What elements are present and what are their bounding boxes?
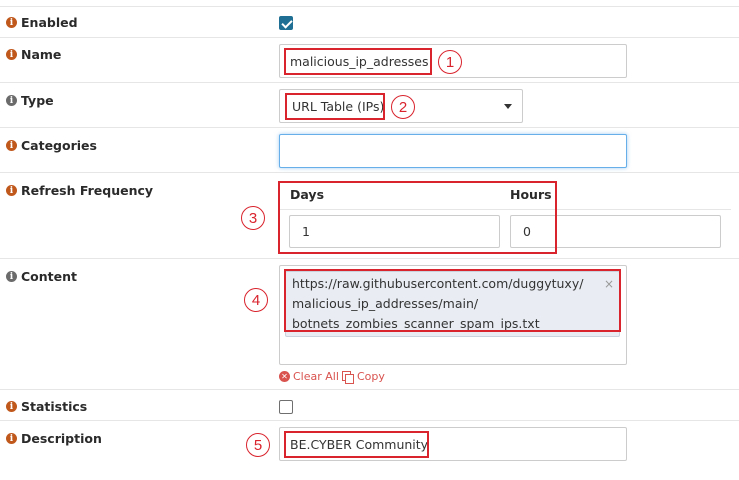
- annotation-marker-3: 3: [241, 206, 265, 230]
- info-icon[interactable]: i: [6, 17, 17, 28]
- info-icon[interactable]: i: [6, 401, 17, 412]
- marker-text: 3: [248, 209, 258, 227]
- marker-text: 1: [445, 53, 455, 71]
- annotation-box-description: [284, 431, 429, 458]
- row-type: i Type URL Table (IPs) 2: [0, 82, 739, 128]
- content-label: Content: [21, 269, 77, 284]
- name-label: Name: [21, 47, 62, 62]
- copy-link[interactable]: Copy: [342, 370, 385, 384]
- marker-text: 4: [251, 291, 261, 309]
- enabled-checkbox[interactable]: [279, 16, 293, 30]
- annotation-marker-1: 1: [438, 50, 462, 74]
- clear-all-link[interactable]: ✕ Clear All: [279, 370, 339, 383]
- copy-label: Copy: [357, 370, 385, 383]
- statistics-label-group: i Statistics: [6, 399, 87, 414]
- annotation-marker-2: 2: [391, 95, 415, 119]
- categories-input[interactable]: [279, 134, 627, 168]
- info-icon[interactable]: i: [6, 49, 17, 60]
- row-content: i Content https://raw.githubusercontent.…: [0, 258, 739, 390]
- copy-icon: [342, 371, 354, 384]
- categories-label: Categories: [21, 138, 97, 153]
- annotation-marker-5: 5: [246, 433, 270, 457]
- type-label-group: i Type: [6, 93, 54, 108]
- clear-icon: ✕: [279, 371, 290, 382]
- row-name: i Name malicious_ip_adresses 1: [0, 37, 739, 83]
- description-label-group: i Description: [6, 431, 102, 446]
- annotation-box-refresh: [278, 181, 557, 254]
- content-label-group: i Content: [6, 269, 77, 284]
- row-description: i Description BE.CYBER Community 5: [0, 420, 739, 466]
- refresh-frequency-label: Refresh Frequency: [21, 183, 154, 198]
- row-statistics: i Statistics: [0, 389, 739, 421]
- statistics-checkbox[interactable]: [279, 400, 293, 414]
- refresh-label-group: i Refresh Frequency: [6, 183, 153, 198]
- clear-all-label: Clear All: [293, 370, 339, 383]
- annotation-box-type: [285, 93, 385, 120]
- marker-text: 5: [253, 436, 263, 454]
- row-refresh-frequency: i Refresh Frequency Days Hours 1 0 3: [0, 172, 739, 259]
- info-icon[interactable]: i: [6, 95, 17, 106]
- categories-label-group: i Categories: [6, 138, 97, 153]
- chevron-down-icon: [504, 104, 512, 109]
- annotation-box-content: [284, 269, 621, 332]
- name-label-group: i Name: [6, 47, 61, 62]
- info-icon[interactable]: i: [6, 271, 17, 282]
- info-icon[interactable]: i: [6, 140, 17, 151]
- row-categories: i Categories: [0, 127, 739, 173]
- annotation-box-name: [284, 48, 432, 75]
- enabled-label: Enabled: [21, 15, 78, 30]
- enabled-label-group: i Enabled: [6, 15, 78, 30]
- statistics-label: Statistics: [21, 399, 88, 414]
- info-icon[interactable]: i: [6, 433, 17, 444]
- annotation-marker-4: 4: [244, 288, 268, 312]
- marker-text: 2: [398, 98, 408, 116]
- type-label: Type: [21, 93, 54, 108]
- description-label: Description: [21, 431, 102, 446]
- info-icon[interactable]: i: [6, 185, 17, 196]
